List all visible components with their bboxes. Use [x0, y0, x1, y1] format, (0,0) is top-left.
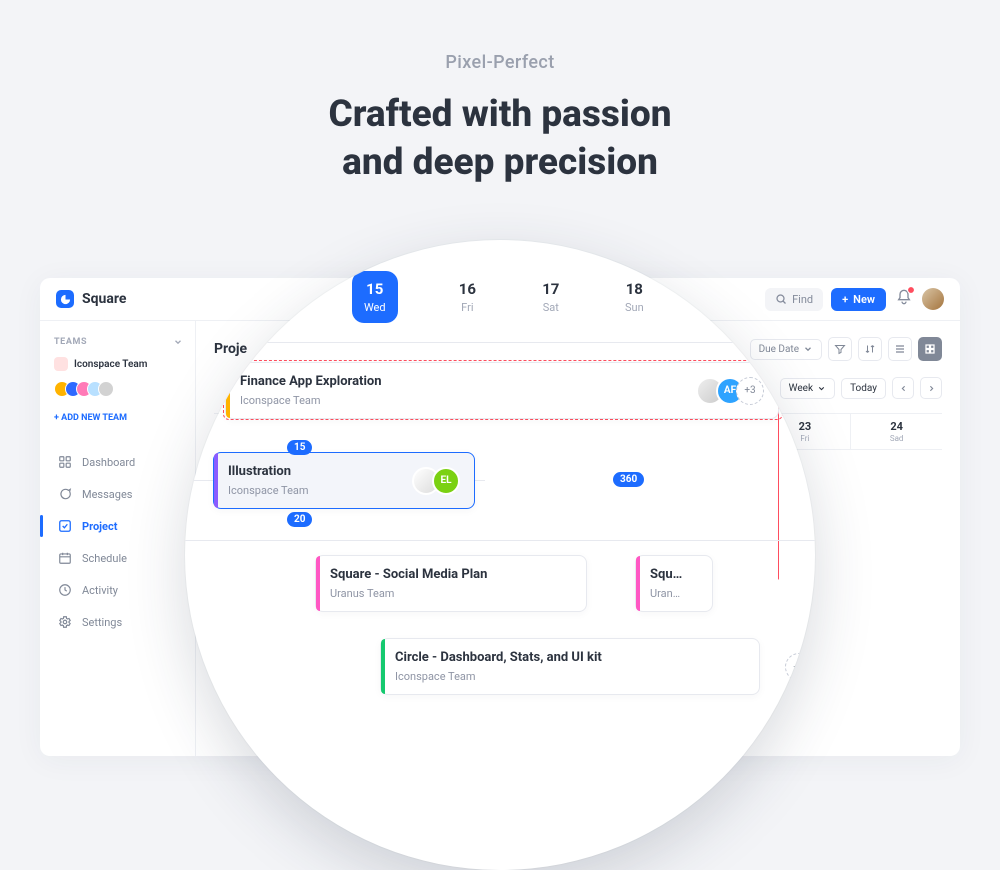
list-view-button[interactable]: [888, 337, 912, 361]
chevron-right-icon: [927, 384, 936, 393]
task-social[interactable]: Square - Social Media Plan Uranus Team: [315, 555, 587, 612]
brand-name: Square: [82, 291, 126, 307]
chat-icon: [58, 487, 72, 501]
magnifier-lens: 13Mon 14Thu 15Wed 16Fri 17Sat 18Sun 19Mo…: [185, 240, 815, 870]
brand[interactable]: Square: [56, 290, 126, 308]
lens-day-strip: 13Mon 14Thu 15Wed 16Fri 17Sat 18Sun 19Mo…: [185, 280, 815, 323]
clock-icon: [58, 583, 72, 597]
chevron-left-icon: [899, 384, 908, 393]
sort-button[interactable]: [858, 337, 882, 361]
hero-title: Crafted with passion and deep precision: [0, 91, 1000, 187]
chevron-down-icon: [803, 344, 813, 354]
chevron-down-icon: [173, 337, 183, 347]
sort-icon: [864, 343, 876, 355]
day-cell[interactable]: 24Sad: [851, 414, 942, 449]
sidebar-nav: Dashboard Messages Project Schedule Acti…: [54, 447, 183, 637]
sidebar-item-messages[interactable]: Messages: [54, 479, 183, 509]
gear-icon: [58, 615, 72, 629]
lens-day[interactable]: 19Mon: [704, 280, 731, 323]
sidebar-item-project[interactable]: Project: [54, 511, 183, 541]
check-square-icon: [58, 519, 72, 533]
teams-header[interactable]: TEAMS: [54, 337, 183, 347]
hero: Pixel-Perfect Crafted with passion and d…: [0, 0, 1000, 187]
dimension-badge: 15: [287, 440, 312, 455]
calendar-icon: [58, 551, 72, 565]
avatar: EL: [432, 467, 460, 495]
sidebar: TEAMS Iconspace Team + ADD NEW TEAM Dash…: [40, 321, 196, 756]
notifications-button[interactable]: [896, 289, 912, 309]
team-avatars: [54, 381, 183, 397]
grid-icon: [58, 455, 72, 469]
task-social-2[interactable]: Squ… Uran…: [635, 555, 713, 612]
plus-icon: +: [842, 293, 848, 306]
sidebar-item-settings[interactable]: Settings: [54, 607, 183, 637]
user-avatar[interactable]: [922, 288, 944, 310]
task-illustration[interactable]: Illustration Iconspace Team EL: [213, 452, 475, 509]
chevron-down-icon: [817, 384, 826, 393]
filter-icon: [834, 343, 846, 355]
team-item[interactable]: Iconspace Team: [54, 357, 183, 371]
brand-logo-icon: [56, 290, 74, 308]
add-team-button[interactable]: + ADD NEW TEAM: [54, 413, 183, 423]
team-icon: [54, 357, 68, 371]
filter-button[interactable]: [828, 337, 852, 361]
hero-eyebrow: Pixel-Perfect: [0, 52, 1000, 73]
prev-button[interactable]: [892, 377, 914, 399]
avatar-more[interactable]: +3: [785, 653, 813, 681]
lens-day[interactable]: 16Fri: [454, 280, 481, 323]
notification-dot: [908, 287, 914, 293]
sidebar-item-dashboard[interactable]: Dashboard: [54, 447, 183, 477]
new-button[interactable]: + New: [831, 288, 886, 311]
grid-view-button[interactable]: [918, 337, 942, 361]
task-circle[interactable]: Circle - Dashboard, Stats, and UI kit Ic…: [380, 638, 760, 695]
lens-day[interactable]: 14Thu: [268, 280, 295, 323]
task-finance[interactable]: Finance App Exploration Iconspace Team A…: [225, 362, 779, 419]
dimension-badge: 20: [287, 512, 312, 527]
lens-day[interactable]: 13Mon: [185, 280, 212, 323]
sidebar-item-schedule[interactable]: Schedule: [54, 543, 183, 573]
lens-day[interactable]: 2Tue: [788, 280, 815, 323]
grid-icon: [924, 343, 936, 355]
lens-day-active[interactable]: 15Wed: [352, 271, 398, 323]
avatar-more[interactable]: +3: [736, 377, 764, 405]
lens-day[interactable]: 17Sat: [537, 280, 564, 323]
lens-day[interactable]: 18Sun: [621, 280, 648, 323]
avatar: [98, 381, 114, 397]
list-icon: [894, 343, 906, 355]
week-dropdown[interactable]: Week: [780, 378, 835, 399]
sidebar-item-activity[interactable]: Activity: [54, 575, 183, 605]
page-title: Proje: [214, 341, 247, 357]
next-button[interactable]: [920, 377, 942, 399]
today-button[interactable]: Today: [841, 378, 886, 399]
dimension-badge: 360: [613, 472, 644, 487]
